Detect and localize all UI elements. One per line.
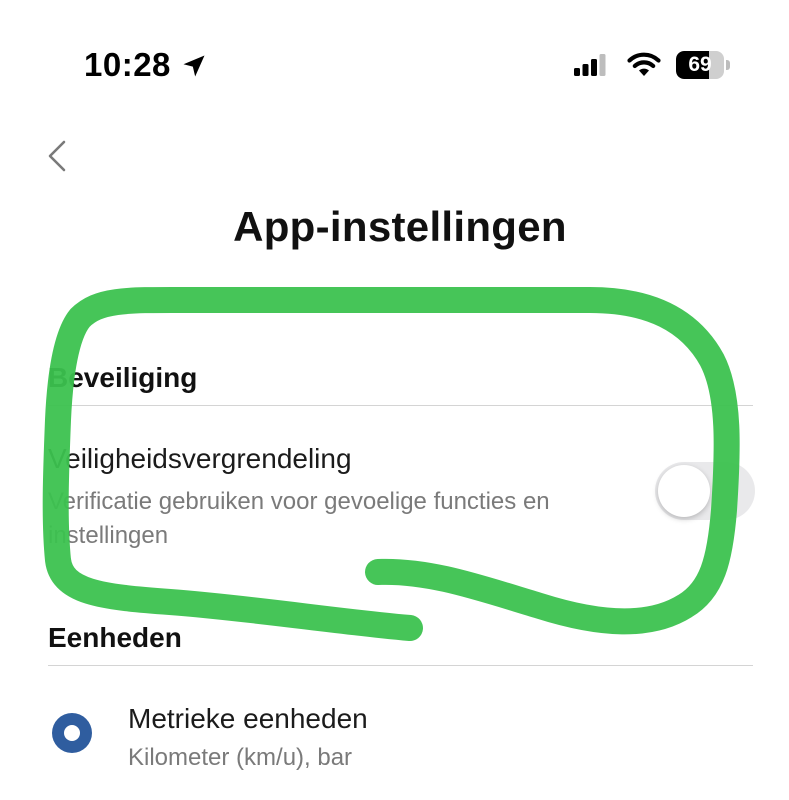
location-arrow-icon xyxy=(183,55,205,77)
divider xyxy=(48,405,753,406)
page-title: App-instellingen xyxy=(233,203,567,250)
back-button[interactable] xyxy=(40,136,74,176)
setting-title-security-lock: Veiligheidsvergrendeling xyxy=(48,443,352,474)
section-header-units: Eenheden xyxy=(48,622,182,653)
option-title-metric[interactable]: Metrieke eenheden xyxy=(128,703,368,735)
metric-units-radio[interactable] xyxy=(52,713,92,753)
cellular-signal-icon xyxy=(574,54,606,76)
chevron-left-icon xyxy=(48,140,66,172)
toggle-knob xyxy=(658,465,710,517)
setting-description-security-lock: Verificatie gebruiken voor gevoelige fun… xyxy=(48,488,550,549)
status-time: 10:28 xyxy=(84,46,171,83)
divider xyxy=(48,665,753,666)
section-header-security: Beveiliging xyxy=(48,362,198,393)
battery-level: 69 xyxy=(688,53,712,76)
security-lock-toggle[interactable] xyxy=(655,462,755,520)
option-description-metric: Kilometer (km/u), bar xyxy=(128,744,353,771)
battery-indicator: 69 xyxy=(676,51,730,79)
app-settings-screen: 10:28 69 App-instellingen Beveiliging Ve… xyxy=(0,0,789,800)
highlight-annotation-stroke xyxy=(42,286,740,641)
wifi-icon xyxy=(627,52,661,76)
